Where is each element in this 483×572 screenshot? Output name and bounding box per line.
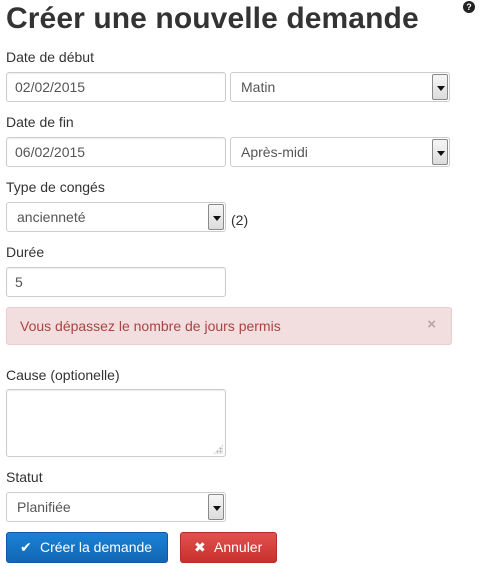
times-icon: ✖ — [194, 539, 206, 555]
cancel-button[interactable]: ✖ Annuler — [180, 532, 277, 563]
duration-label: Durée — [6, 244, 45, 260]
chevron-down-icon[interactable] — [208, 204, 224, 230]
end-half-select[interactable]: Après-midi — [230, 137, 450, 167]
leave-type-select[interactable]: ancienneté — [6, 202, 226, 232]
page-title: Créer une nouvelle demande — [6, 2, 419, 35]
leave-type-value: ancienneté — [17, 209, 86, 225]
create-request-button[interactable]: ✔ Créer la demande — [6, 532, 168, 563]
check-icon: ✔ — [20, 539, 32, 555]
chevron-down-icon[interactable] — [432, 139, 448, 165]
chevron-down-icon[interactable] — [208, 494, 224, 520]
cause-label: Cause (optionelle) — [6, 367, 120, 383]
create-request-label: Créer la demande — [40, 539, 153, 555]
status-select[interactable]: Planifiée — [6, 492, 226, 522]
close-icon[interactable]: × — [427, 308, 436, 342]
leave-type-count: (2) — [231, 212, 249, 228]
start-half-select[interactable]: Matin — [230, 72, 450, 102]
start-date-label: Date de début — [6, 49, 94, 65]
end-half-value: Après-midi — [241, 144, 308, 160]
help-icon[interactable]: ? — [463, 1, 475, 13]
error-alert: Vous dépassez le nombre de jours permis … — [6, 307, 452, 345]
status-value: Planifiée — [17, 499, 71, 515]
status-label: Statut — [6, 469, 43, 485]
start-half-value: Matin — [241, 79, 276, 95]
chevron-down-icon[interactable] — [432, 74, 448, 100]
duration-input[interactable]: 5 — [6, 267, 226, 297]
end-date-label: Date de fin — [6, 114, 74, 130]
end-date-input[interactable]: 06/02/2015 — [6, 137, 226, 167]
alert-message: Vous dépassez le nombre de jours permis — [20, 318, 281, 334]
cause-textarea[interactable] — [6, 389, 226, 457]
start-date-input[interactable]: 02/02/2015 — [6, 72, 226, 102]
leave-type-label: Type de congés — [6, 179, 105, 195]
resize-grip-icon[interactable] — [213, 444, 223, 454]
cancel-label: Annuler — [214, 539, 263, 555]
